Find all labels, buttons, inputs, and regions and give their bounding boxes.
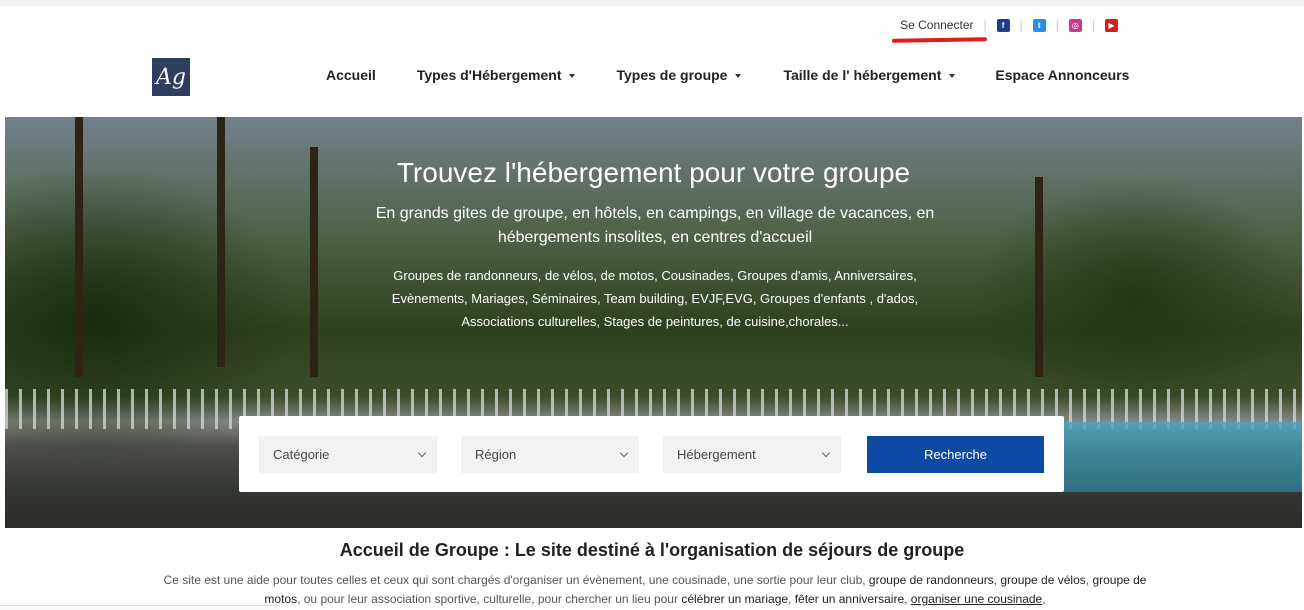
main-navigation: Ag Accueil Types d'Hébergement Types de … <box>0 38 1304 117</box>
hero-subtitle: En grands gites de groupe, en hôtels, en… <box>375 205 935 246</box>
hero-decoration <box>1035 177 1043 377</box>
hero-decoration <box>217 117 225 367</box>
intro-text: , <box>788 592 795 606</box>
link-groupe-velos[interactable]: groupe de vélos <box>1000 573 1085 587</box>
lodging-select-value: Hébergement <box>677 447 756 462</box>
chevron-down-icon <box>417 448 427 458</box>
nav-item-espace-annonceurs[interactable]: Espace Annonceurs <box>995 67 1129 83</box>
separator: | <box>1091 18 1095 32</box>
caret-down-icon <box>569 74 576 79</box>
twitter-icon[interactable]: t <box>1032 18 1046 32</box>
separator: | <box>983 18 987 32</box>
link-celebrer-mariage[interactable]: célébrer un mariage <box>681 592 788 606</box>
link-feter-anniversaire[interactable]: fêter un anniversaire <box>795 592 904 606</box>
separator: | <box>1055 18 1059 32</box>
chevron-down-icon <box>619 448 629 458</box>
link-groupe-randonneurs[interactable]: groupe de randonneurs <box>869 573 994 587</box>
hero-decoration <box>1022 422 1302 492</box>
nav-menu: Accueil Types d'Hébergement Types de gro… <box>326 67 1129 83</box>
region-select[interactable]: Région <box>461 436 639 473</box>
intro-text: , <box>904 592 911 606</box>
nav-item-types-groupe[interactable]: Types de groupe <box>616 67 742 83</box>
nav-item-accueil[interactable]: Accueil <box>326 67 376 83</box>
nav-item-label: Taille de l' hébergement <box>783 67 942 83</box>
intro-text: , ou pour leur association sportive, cul… <box>297 592 682 606</box>
search-form: Catégorie Région Hébergement Recherche <box>239 416 1064 492</box>
nav-item-label: Espace Annonceurs <box>995 67 1130 83</box>
lodging-select[interactable]: Hébergement <box>663 436 841 473</box>
intro-text: , <box>1042 592 1046 606</box>
category-select[interactable]: Catégorie <box>259 436 437 473</box>
search-button[interactable]: Recherche <box>867 436 1044 473</box>
nav-item-label: Accueil <box>326 67 376 83</box>
site-logo[interactable]: Ag <box>152 58 190 96</box>
category-select-value: Catégorie <box>273 447 330 462</box>
caret-down-icon <box>949 74 956 79</box>
login-link[interactable]: Se Connecter <box>900 18 973 32</box>
separator: | <box>1019 18 1023 32</box>
chevron-down-icon <box>821 448 831 458</box>
section-title: Accueil de Groupe : Le site destiné à l'… <box>339 540 965 560</box>
topbar-links: Se Connecter | f | t | ◎ | ▶ <box>900 14 1118 36</box>
bottom-strip <box>0 605 280 610</box>
nav-item-taille-hebergement[interactable]: Taille de l' hébergement <box>783 67 956 83</box>
top-utility-bar: Se Connecter | f | t | ◎ | ▶ <box>0 0 1304 38</box>
link-organiser-cousinade[interactable]: organiser une cousinade <box>911 592 1042 606</box>
intro-text: Ce site est une aide pour toutes celles … <box>163 573 869 587</box>
caret-down-icon <box>735 74 742 79</box>
hero-title: Trouvez l'hébergement pour votre groupe <box>396 157 911 188</box>
intro-paragraph: Ce site est une aide pour toutes celles … <box>160 571 1150 609</box>
facebook-icon[interactable]: f <box>996 18 1010 32</box>
hero-description: Groupes de randonneurs, de vélos, de mot… <box>391 268 919 329</box>
nav-item-label: Types d'Hébergement <box>416 67 562 83</box>
hero-decoration <box>75 117 83 377</box>
youtube-icon[interactable]: ▶ <box>1105 18 1118 32</box>
nav-item-label: Types de groupe <box>616 67 728 83</box>
nav-item-types-hebergement[interactable]: Types d'Hébergement <box>417 67 576 83</box>
instagram-icon[interactable]: ◎ <box>1068 18 1082 32</box>
region-select-value: Région <box>475 447 517 462</box>
